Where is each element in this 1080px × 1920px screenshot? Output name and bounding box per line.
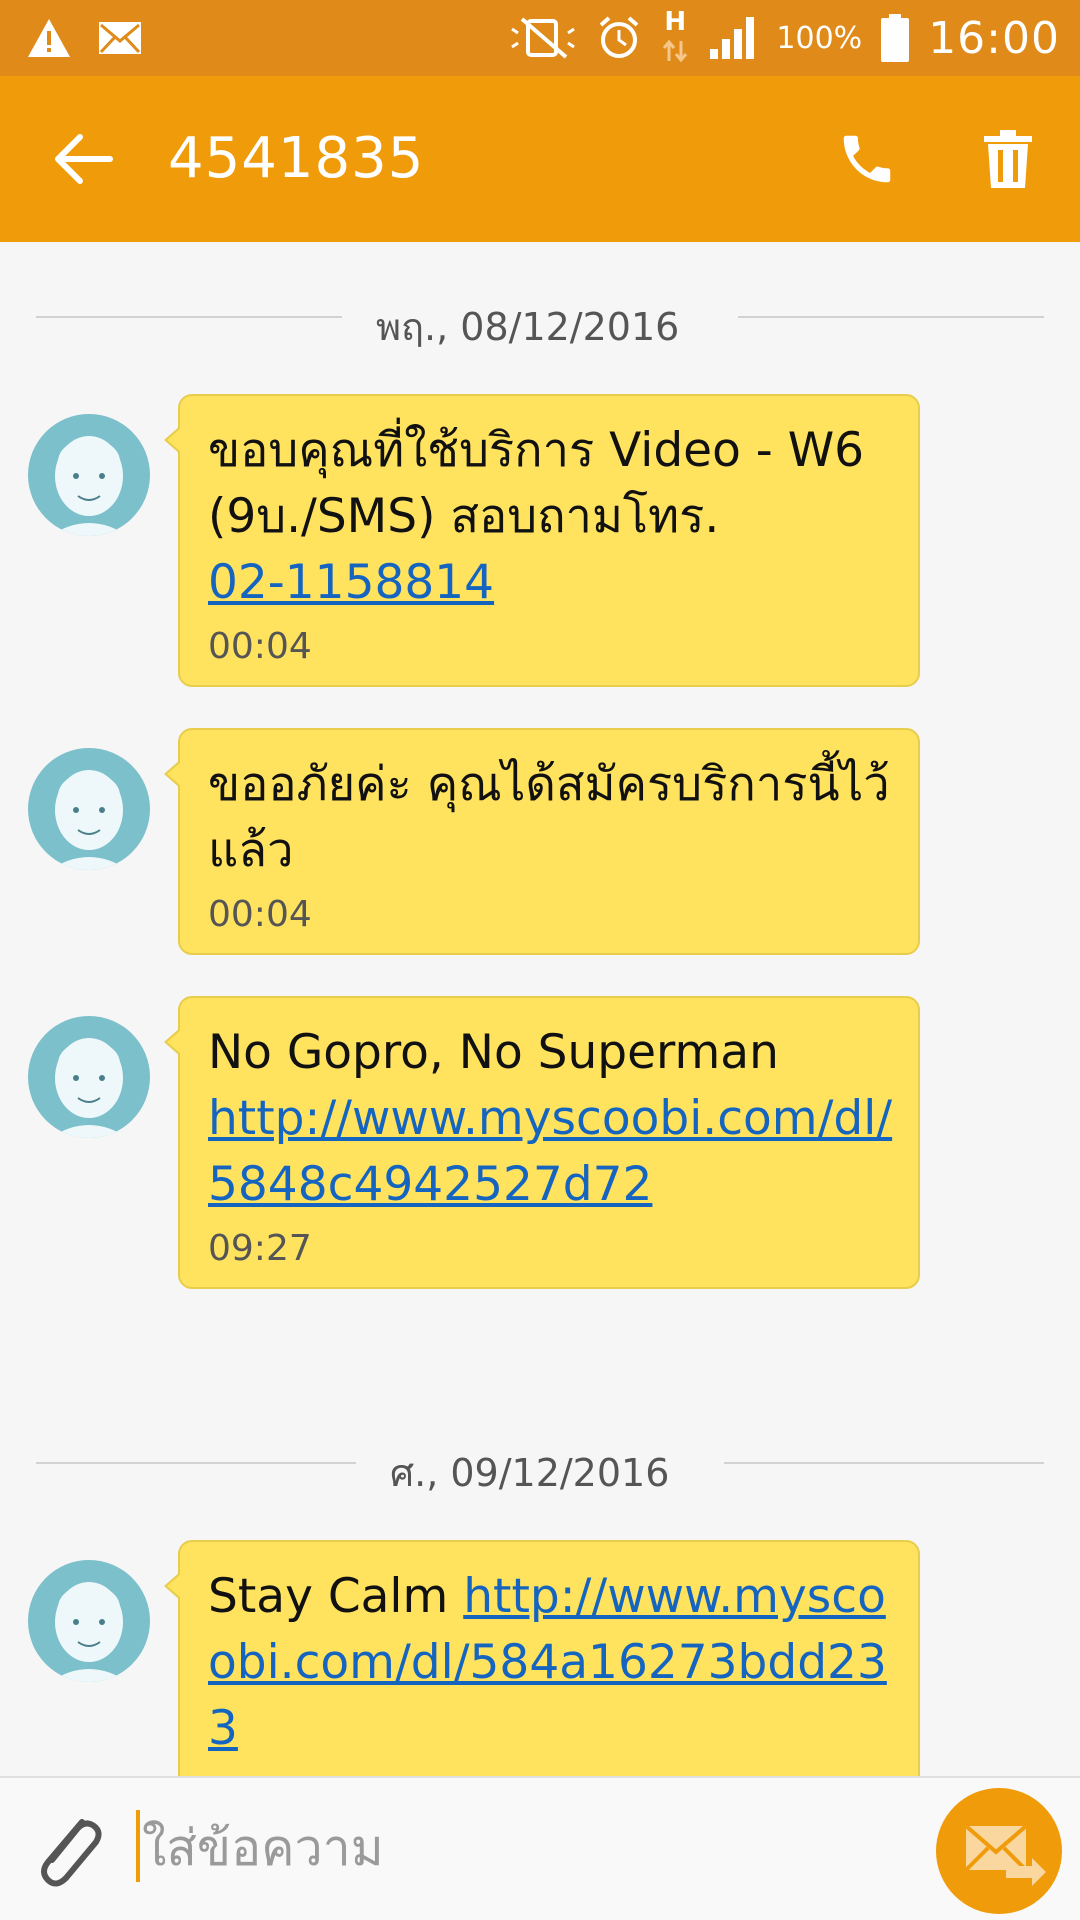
person-icon [50,1582,128,1682]
phone-icon [836,135,898,194]
person-icon [50,436,128,536]
date-divider: ศ., 09/12/2016 [36,1438,1044,1495]
message-input[interactable] [142,1806,912,1890]
text-cursor [136,1810,140,1882]
alarm-icon [596,15,642,61]
avatar[interactable] [28,748,150,870]
avatar[interactable] [28,414,150,536]
warning-icon [26,17,72,59]
clock: 16:00 [928,12,1060,64]
back-arrow-icon [52,134,116,191]
delete-button[interactable] [980,128,1036,192]
avatar[interactable] [28,1016,150,1138]
message-link[interactable]: 02-1158814 [208,555,494,610]
status-bar: H 100% 16:00 [0,0,1080,76]
message-bubble[interactable]: ขอบคุณที่ใช้บริการ Video - W6 (9บ./SMS) … [164,394,920,687]
date-label: ศ., 09/12/2016 [390,1451,670,1495]
send-button[interactable] [936,1788,1062,1914]
compose-bar [0,1776,1080,1920]
battery-percent: 100% [776,20,863,56]
trash-icon [980,130,1036,196]
message-bubble[interactable]: Stay Calm http://www.myscoobi.com/dl/584… [164,1540,920,1776]
message-bubble[interactable]: No Gopro, No Superman http://www.myscoobi… [164,996,920,1289]
person-icon [50,1038,128,1138]
mail-icon [98,21,142,55]
signal-icon [708,15,758,61]
message-input-wrap[interactable] [136,1806,916,1894]
battery-icon [880,13,910,63]
back-button[interactable] [52,131,116,187]
contact-title: 4541835 [168,126,425,191]
message-bubble[interactable]: ขออภัยค่ะ คุณได้สมัครบริการนี้ไว้แล้ว 00… [164,728,920,955]
message-text: No Gopro, No Superman http://www.myscoobi… [208,1025,893,1212]
mute-icon [508,15,578,61]
message-link[interactable]: http://www.myscoobi.com/dl/5848c4942527d… [208,1091,892,1212]
date-divider: พฤ., 08/12/2016 [36,292,1044,349]
app-bar: 4541835 [0,76,1080,242]
call-button[interactable] [836,128,898,190]
message-text: Stay Calm http://www.myscoobi.com/dl/584… [208,1569,887,1756]
data-arrows-icon: H [660,7,690,65]
date-label: พฤ., 08/12/2016 [376,305,680,349]
avatar[interactable] [28,1560,150,1682]
message-text: ขอบคุณที่ใช้บริการ Video - W6 (9บ./SMS) … [208,423,865,610]
send-mail-icon [936,1824,1062,1918]
message-time: 00:04 [208,626,312,667]
message-time: 09:27 [208,1228,312,1269]
paperclip-icon [30,1819,106,1896]
message-text: ขออภัยค่ะ คุณได้สมัครบริการนี้ไว้แล้ว [208,757,890,878]
person-icon [50,770,128,870]
attach-button[interactable] [30,1808,106,1892]
message-thread[interactable]: พฤ., 08/12/2016 ขอบคุณที่ใช้บริการ Video… [0,242,1080,1776]
message-time: 00:04 [208,894,312,935]
